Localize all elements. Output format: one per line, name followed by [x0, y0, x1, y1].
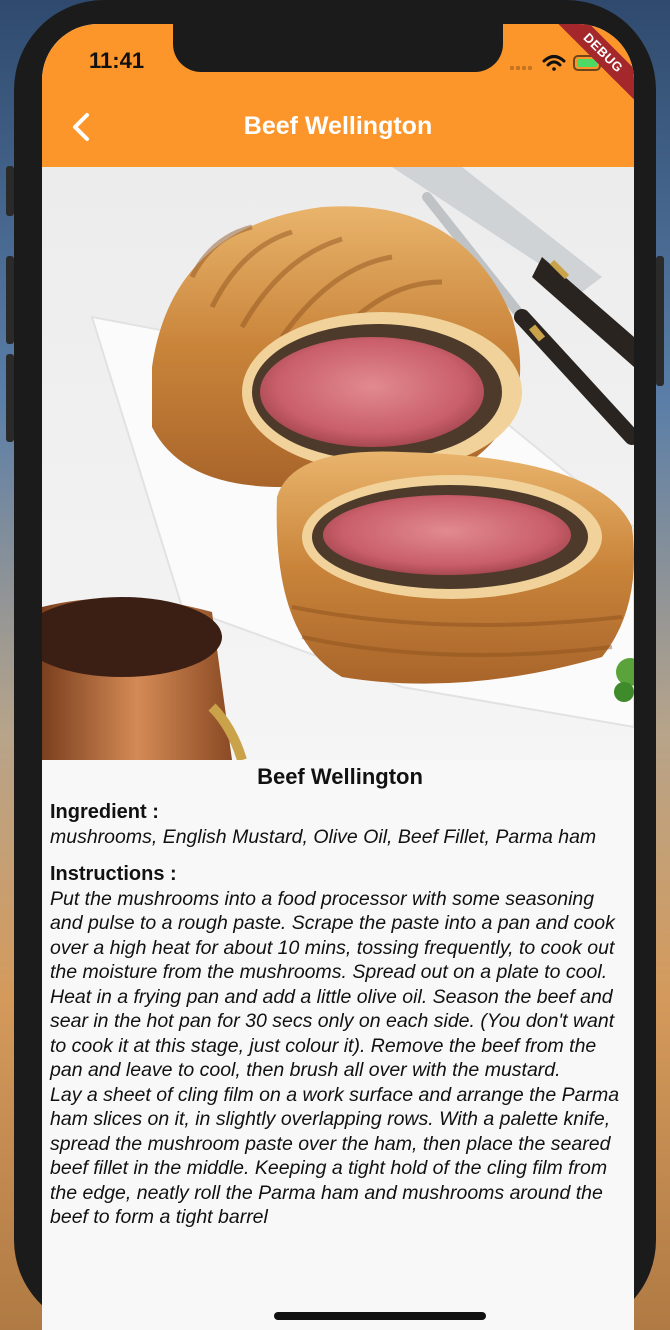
signal-icon	[510, 66, 532, 70]
home-indicator[interactable]	[274, 1312, 486, 1320]
instructions-text: Put the mushrooms into a food processor …	[50, 887, 620, 1229]
recipe-content: Beef Wellington Ingredient : mushrooms, …	[50, 764, 630, 1230]
volume-up-button	[6, 256, 14, 344]
ingredients-label: Ingredient :	[50, 801, 159, 823]
wifi-icon	[542, 55, 566, 71]
volume-down-button	[6, 354, 14, 442]
instructions-label: Instructions :	[50, 862, 177, 885]
recipe-title: Beef Wellington	[257, 764, 423, 789]
screen: 11:41 DEBUG Beef Wellington Beef Welling…	[42, 24, 634, 1330]
notch	[173, 24, 503, 72]
hero-image	[42, 167, 634, 762]
mute-switch	[6, 166, 14, 216]
status-time: 11:41	[89, 48, 145, 73]
app-bar-title: Beef Wellington	[243, 112, 433, 140]
beef-wellington-photo	[42, 167, 634, 762]
power-button	[656, 256, 664, 386]
app-bar: 11:41 DEBUG Beef Wellington	[42, 24, 634, 167]
ingredients-text: mushrooms, English Mustard, Olive Oil, B…	[50, 826, 597, 848]
